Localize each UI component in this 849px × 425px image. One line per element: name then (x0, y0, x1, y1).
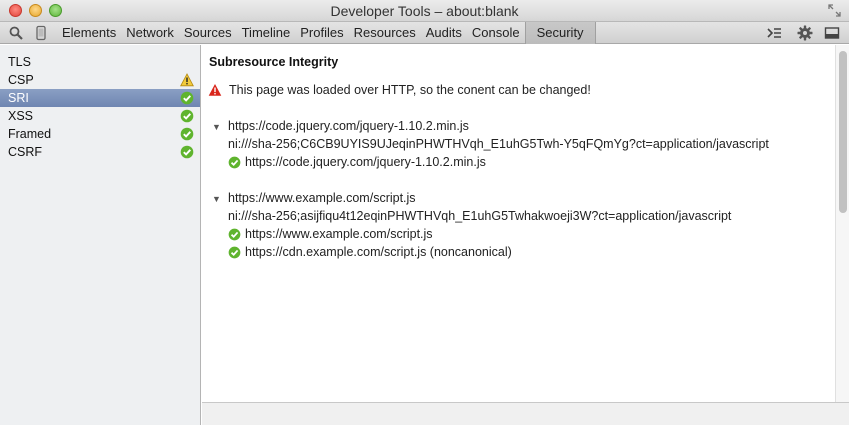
check-icon (180, 127, 194, 141)
fullscreen-icon[interactable] (828, 4, 841, 17)
sidebar-item-csrf[interactable]: CSRF (0, 143, 200, 161)
sidebar-item-label: SRI (8, 91, 29, 105)
tab-resources[interactable]: Resources (349, 22, 421, 44)
sidebar-item-framed[interactable]: Framed (0, 125, 200, 143)
tab-audits[interactable]: Audits (421, 22, 467, 44)
sidebar-item-label: CSP (8, 73, 34, 87)
sidebar-item-sri[interactable]: SRI (0, 89, 200, 107)
tab-timeline[interactable]: Timeline (237, 22, 296, 44)
resource-url: https://www.example.com/script.js (228, 191, 416, 205)
panel-title: Subresource Integrity (209, 55, 339, 69)
check-icon (228, 246, 241, 258)
disclosure-triangle-icon[interactable]: ▼ (212, 118, 228, 136)
sidebar-item-csp[interactable]: CSP (0, 71, 200, 89)
resource-url-row[interactable]: ▼ https://code.jquery.com/jquery-1.10.2.m… (212, 117, 769, 135)
sidebar-item-label: CSRF (8, 145, 43, 159)
check-icon (228, 156, 241, 168)
scrollbar-thumb[interactable] (839, 51, 847, 213)
error-icon (208, 84, 222, 96)
check-icon (228, 228, 241, 240)
sri-panel: Subresource Integrity This page was load… (202, 45, 849, 425)
title-bar: Developer Tools – about:blank (0, 0, 849, 22)
resource-group: ▼ https://www.example.com/script.js ni://… (212, 189, 731, 261)
console-drawer-icon[interactable] (766, 25, 782, 41)
tab-sources[interactable]: Sources (179, 22, 237, 44)
check-icon (180, 109, 194, 123)
verified-source-url: https://www.example.com/script.js (245, 227, 433, 241)
disclosure-triangle-icon[interactable]: ▼ (212, 190, 228, 208)
integrity-value: ni:///sha-256;asijfiqu4t12eqinPHWTHVqh_E… (228, 209, 732, 223)
status-bar (202, 402, 849, 425)
panel-tabs: Elements Network Sources Timeline Profil… (57, 22, 596, 44)
integrity-value: ni:///sha-256;C6CB9UYIS9UJeqinPHWTHVqh_E… (228, 137, 769, 151)
resource-url: https://code.jquery.com/jquery-1.10.2.mi… (228, 119, 469, 133)
resource-group: ▼ https://code.jquery.com/jquery-1.10.2.m… (212, 117, 769, 171)
gear-icon[interactable] (797, 25, 813, 41)
sidebar-item-label: TLS (8, 55, 31, 69)
sidebar-item-tls[interactable]: TLS (0, 53, 200, 71)
resource-url-row[interactable]: ▼ https://www.example.com/script.js (212, 189, 731, 207)
verified-source-url: https://code.jquery.com/jquery-1.10.2.mi… (245, 155, 486, 169)
dock-icon[interactable] (824, 25, 840, 41)
sidebar-item-xss[interactable]: XSS (0, 107, 200, 125)
vertical-scrollbar[interactable] (835, 45, 849, 402)
tab-network[interactable]: Network (121, 22, 179, 44)
verified-source: https://code.jquery.com/jquery-1.10.2.mi… (212, 153, 769, 171)
check-icon (180, 145, 194, 159)
verified-source: https://cdn.example.com/script.js (nonca… (212, 243, 731, 261)
tab-elements[interactable]: Elements (57, 22, 121, 44)
verified-source-url: https://cdn.example.com/script.js (nonca… (245, 245, 512, 259)
device-icon[interactable] (33, 25, 49, 41)
devtools-toolbar: Elements Network Sources Timeline Profil… (0, 22, 849, 44)
verified-source: https://www.example.com/script.js (212, 225, 731, 243)
window-title: Developer Tools – about:blank (330, 3, 519, 19)
security-sidebar: TLS CSP SRI XSS Framed CSRF (0, 45, 201, 425)
http-warning: This page was loaded over HTTP, so the c… (208, 82, 591, 98)
tab-profiles[interactable]: Profiles (295, 22, 348, 44)
sidebar-item-label: Framed (8, 127, 52, 141)
warning-text: This page was loaded over HTTP, so the c… (229, 83, 591, 97)
tab-console[interactable]: Console (467, 22, 525, 44)
warning-icon (180, 73, 194, 87)
tab-security[interactable]: Security (524, 22, 596, 44)
sidebar-item-label: XSS (8, 109, 34, 123)
check-icon (180, 91, 194, 105)
search-icon[interactable] (8, 25, 24, 41)
